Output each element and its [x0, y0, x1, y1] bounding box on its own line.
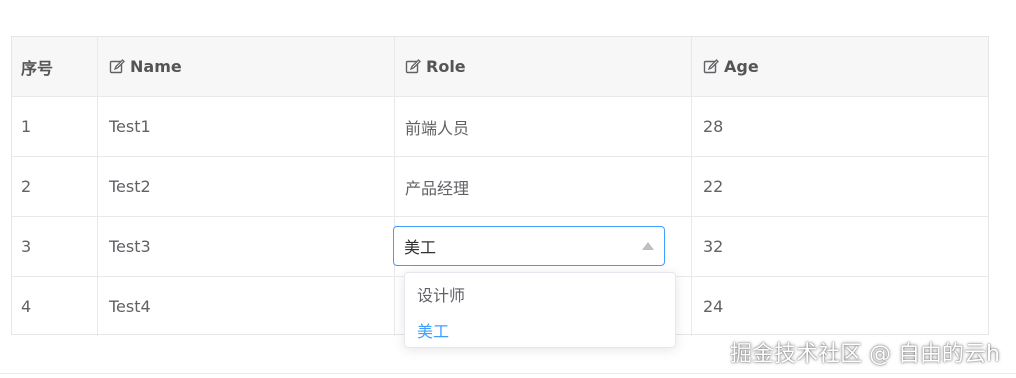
role-select[interactable]: 美工	[393, 226, 665, 266]
header-age: Age	[692, 37, 988, 96]
divider	[0, 373, 1016, 374]
table-row: 1 Test1 前端人员 28	[12, 97, 988, 157]
header-index: 序号	[12, 37, 98, 96]
watermark-text: 掘金技术社区 @ 自由的云h	[730, 342, 1000, 367]
chevron-up-icon[interactable]	[642, 242, 654, 250]
role-select-value: 美工	[404, 238, 437, 257]
header-age-label: Age	[724, 57, 759, 76]
cell-index: 1	[12, 97, 98, 156]
header-name-label: Name	[130, 57, 182, 76]
table-row: 2 Test2 产品经理 22	[12, 157, 988, 217]
cell-name[interactable]: Test3	[98, 217, 395, 276]
header-role: Role	[395, 37, 692, 96]
edit-icon	[703, 58, 719, 73]
role-option-designer[interactable]: 设计师	[405, 276, 675, 312]
cell-name[interactable]: Test1	[98, 97, 395, 156]
header-role-label: Role	[426, 57, 466, 76]
cell-name[interactable]: Test4	[98, 277, 395, 336]
cell-index: 2	[12, 157, 98, 216]
cell-age[interactable]: 32	[692, 217, 988, 276]
edit-icon	[109, 58, 125, 73]
edit-icon	[405, 58, 421, 73]
role-dropdown: 设计师 美工	[404, 272, 676, 348]
header-name: Name	[98, 37, 395, 96]
cell-role[interactable]: 前端人员	[395, 97, 692, 156]
cell-age[interactable]: 22	[692, 157, 988, 216]
cell-age[interactable]: 24	[692, 277, 988, 336]
cell-role[interactable]: 产品经理	[395, 157, 692, 216]
cell-name[interactable]: Test2	[98, 157, 395, 216]
cell-age[interactable]: 28	[692, 97, 988, 156]
table-header-row: 序号 Name Role Age	[12, 37, 988, 97]
cell-index: 4	[12, 277, 98, 336]
cell-index: 3	[12, 217, 98, 276]
header-index-label: 序号	[21, 58, 54, 78]
role-option-artist[interactable]: 美工	[405, 312, 675, 348]
